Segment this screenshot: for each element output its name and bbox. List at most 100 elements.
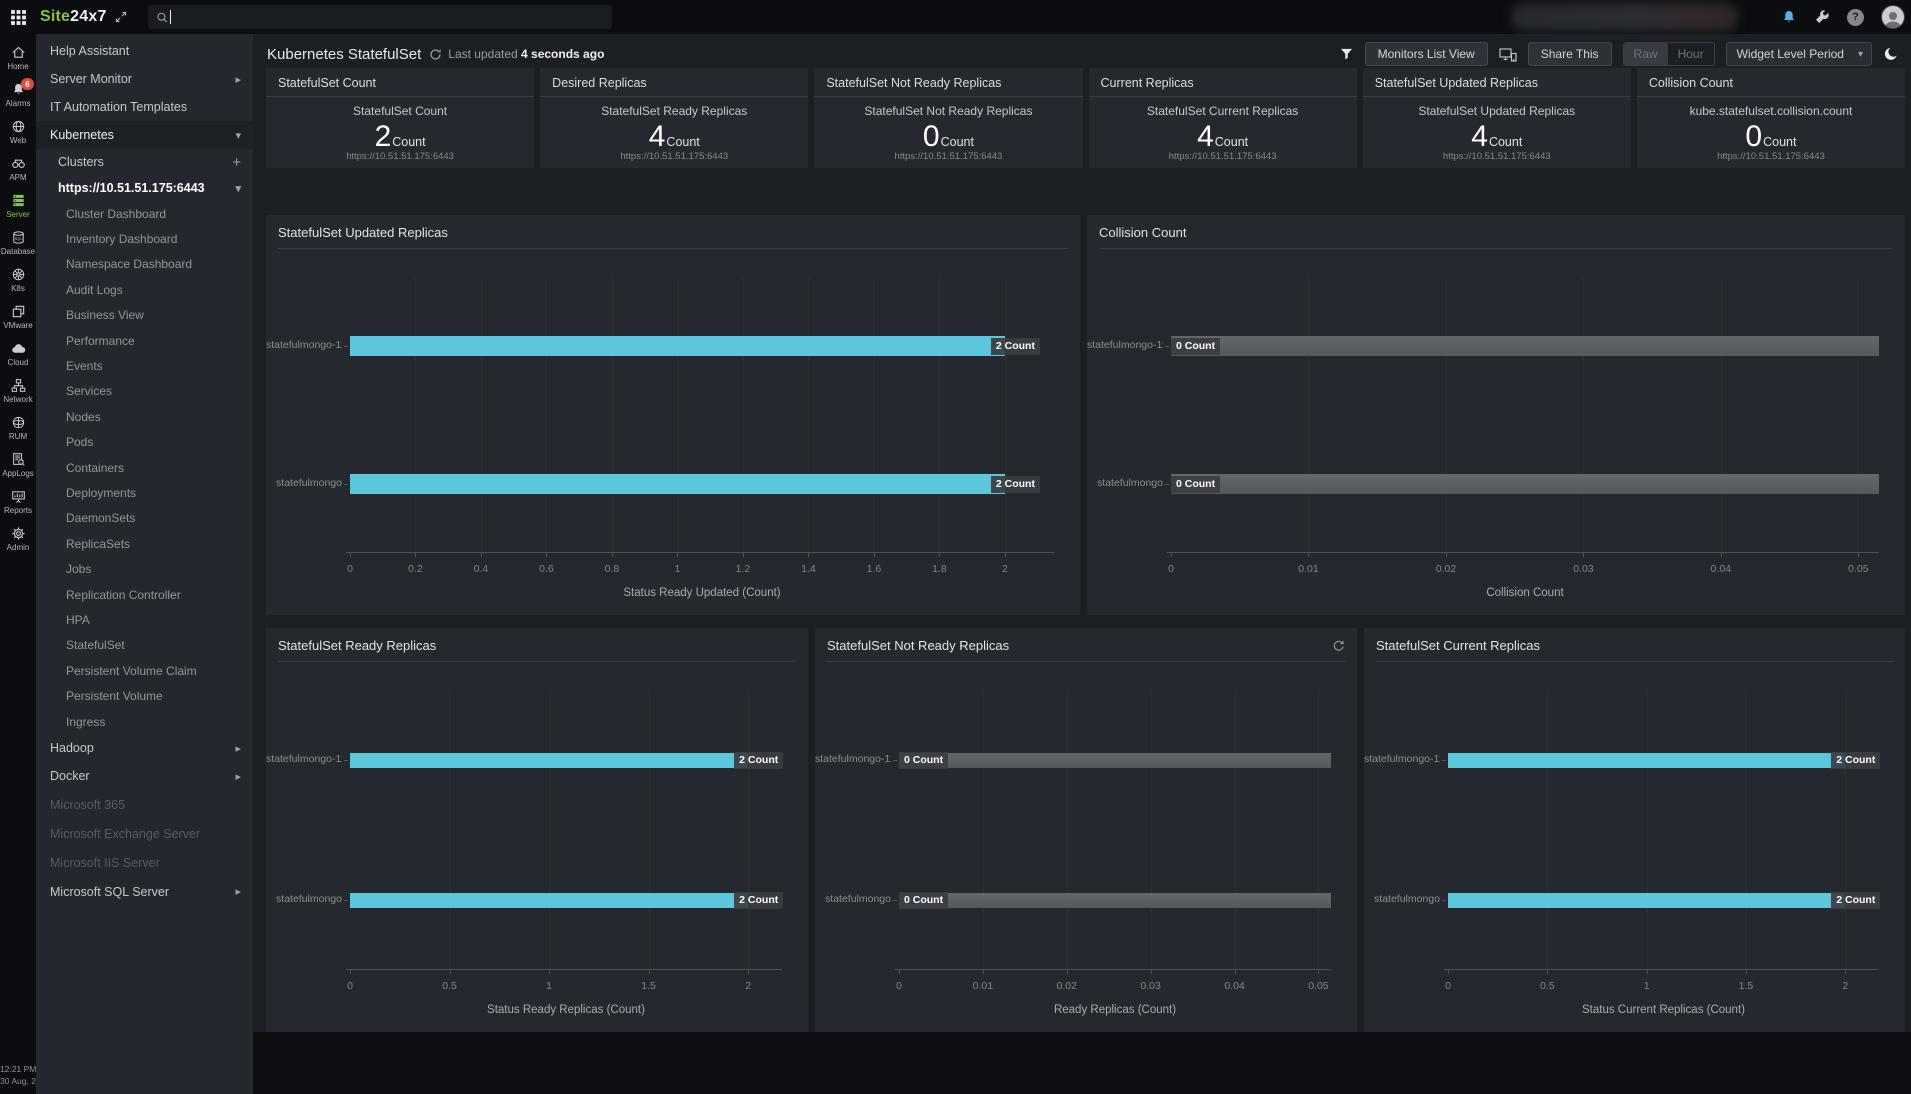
x-axis-title: Status Ready Updated (Count) [350, 587, 1054, 599]
rail-item-server[interactable]: Server [0, 188, 36, 225]
sidebar-item-services[interactable]: Services [36, 379, 253, 404]
sidebar-item-inventory-dashboard[interactable]: Inventory Dashboard [36, 226, 253, 251]
chevron-right-icon: ▸ [235, 73, 241, 86]
sidebar-item-events[interactable]: Events [36, 353, 253, 378]
rail-item-vmware[interactable]: VMware [0, 299, 36, 336]
hour-toggle-option[interactable]: Hour [1668, 43, 1714, 65]
axis-tick [1308, 553, 1309, 557]
rail-item-k8s[interactable]: K8s [0, 262, 36, 299]
help-icon[interactable]: ? [1847, 9, 1864, 26]
sidebar-item-kubernetes[interactable]: Kubernetes▾ [36, 121, 253, 149]
card-title: StatefulSet Not Ready Replicas [814, 68, 1082, 97]
axis-tick [748, 970, 749, 974]
gridline [1318, 690, 1319, 970]
rail-item-cloud[interactable]: Cloud [0, 336, 36, 373]
tools-wrench-icon[interactable] [1814, 9, 1830, 25]
sidebar-item-audit-logs[interactable]: Audit Logs [36, 277, 253, 302]
notification-bell-icon[interactable] [1781, 9, 1797, 25]
metric-card-collision-count[interactable]: Collision Countkube.statefulset.collisio… [1637, 68, 1905, 168]
sidebar-item-statefulset[interactable]: StatefulSet [36, 633, 253, 658]
sidebar-item-replication-controller[interactable]: Replication Controller [36, 582, 253, 607]
filter-funnel-icon[interactable] [1339, 47, 1354, 62]
monitors-list-view-button[interactable]: Monitors List View [1365, 42, 1488, 66]
sidebar-item-containers[interactable]: Containers [36, 455, 253, 480]
axis-tick [1858, 553, 1859, 557]
app-launcher-icon[interactable] [0, 9, 36, 26]
rail-item-web[interactable]: Web [0, 114, 36, 151]
bar-statefulmongo[interactable] [1171, 474, 1879, 494]
axis-tick-label: 0.02 [1057, 980, 1077, 992]
metric-cards-row: StatefulSet CountStatefulSet Count2Count… [266, 68, 1905, 168]
sidebar-item-daemonsets[interactable]: DaemonSets [36, 506, 253, 531]
sidebar-item-cluster-dashboard[interactable]: Cluster Dashboard [36, 201, 253, 226]
sidebar-item-microsoft-sql-server[interactable]: Microsoft SQL Server▸ [36, 877, 253, 906]
category-label: statefulmongo [266, 893, 342, 905]
sidebar-item-microsoft-exchange-server[interactable]: Microsoft Exchange Server [36, 819, 253, 848]
raw-toggle-option[interactable]: Raw [1624, 43, 1668, 65]
sidebar-item-namespace-dashboard[interactable]: Namespace Dashboard [36, 252, 253, 277]
sidebar-item-microsoft-iis-server[interactable]: Microsoft IIS Server [36, 848, 253, 877]
axis-tick [1583, 553, 1584, 557]
panel-refresh-icon[interactable] [1332, 639, 1345, 652]
sidebar-item-deployments[interactable]: Deployments [36, 480, 253, 505]
rail-item-database[interactable]: SQL Database [0, 225, 36, 262]
widget-level-period-dropdown[interactable]: Widget Level Period ▾ [1726, 42, 1872, 66]
metric-card-desired-replicas[interactable]: Desired ReplicasStatefulSet Ready Replic… [540, 68, 808, 168]
refresh-icon[interactable] [429, 48, 442, 61]
sidebar-item-hadoop[interactable]: Hadoop▸ [36, 734, 253, 762]
sidebar-item-business-view[interactable]: Business View [36, 303, 253, 328]
bar-statefulmongo-11[interactable] [350, 753, 748, 768]
fullscreen-icon[interactable] [115, 11, 127, 23]
bar-statefulmongo-11[interactable] [1171, 336, 1879, 356]
rail-item-home[interactable]: Home [0, 40, 36, 77]
sidebar-item-help-assistant[interactable]: Help Assistant [36, 37, 253, 65]
metric-card-statefulset-count[interactable]: StatefulSet CountStatefulSet Count2Count… [266, 68, 534, 168]
metric-card-current-replicas[interactable]: Current ReplicasStatefulSet Current Repl… [1089, 68, 1357, 168]
search-input[interactable] [177, 10, 604, 24]
axis-tick [649, 970, 650, 974]
sidebar-item-performance[interactable]: Performance [36, 328, 253, 353]
rail-item-alarms[interactable]: 6 Alarms [0, 77, 36, 114]
bar-statefulmongo-11[interactable] [1448, 753, 1845, 768]
rail-item-apm[interactable]: APM [0, 151, 36, 188]
share-this-button[interactable]: Share This [1528, 42, 1612, 66]
sidebar-item-microsoft-365[interactable]: Microsoft 365 [36, 790, 253, 819]
site24x7-logo[interactable]: Site24x7 [40, 8, 107, 26]
rail-item-applogs[interactable]: AppLogs [0, 447, 36, 484]
gridline [1151, 690, 1152, 970]
sidebar-item-server-monitor[interactable]: Server Monitor▸ [36, 65, 253, 93]
add-cluster-icon[interactable]: + [232, 154, 241, 171]
dark-mode-moon-icon[interactable] [1883, 46, 1899, 62]
sidebar-item-docker[interactable]: Docker▸ [36, 762, 253, 790]
metric-card-statefulset-updated-replicas[interactable]: StatefulSet Updated ReplicasStatefulSet … [1363, 68, 1631, 168]
sidebar-item-it-automation-templates[interactable]: IT Automation Templates [36, 93, 253, 121]
user-avatar[interactable] [1881, 5, 1905, 29]
sidebar-item-ingress[interactable]: Ingress [36, 709, 253, 734]
sidebar-item-replicasets[interactable]: ReplicaSets [36, 531, 253, 556]
bar-statefulmongo[interactable] [899, 893, 1331, 908]
bar-statefulmongo[interactable] [350, 893, 748, 908]
metric-card-statefulset-not-ready-replicas[interactable]: StatefulSet Not Ready ReplicasStatefulSe… [814, 68, 1082, 168]
cloud-icon [11, 341, 26, 356]
rail-item-admin[interactable]: Admin [0, 521, 36, 558]
category-tick [344, 484, 348, 485]
bar-statefulmongo-11[interactable] [899, 753, 1331, 768]
global-search[interactable] [148, 5, 612, 29]
sidebar-item-persistent-volume[interactable]: Persistent Volume [36, 683, 253, 708]
bar-statefulmongo-11[interactable] [350, 336, 1005, 356]
devices-icon[interactable] [1499, 47, 1517, 62]
rail-item-network[interactable]: Network [0, 373, 36, 410]
bar-statefulmongo[interactable] [350, 474, 1005, 494]
sidebar-item-pods[interactable]: Pods [36, 430, 253, 455]
card-title: Collision Count [1637, 68, 1905, 97]
rail-item-reports[interactable]: Reports [0, 484, 36, 521]
rail-item-rum[interactable]: RUM [0, 410, 36, 447]
sidebar-item-clusters[interactable]: Clusters+ [36, 149, 253, 175]
bar-statefulmongo[interactable] [1448, 893, 1845, 908]
sidebar-item-https-10-51-51-175-6443[interactable]: https://10.51.51.175:6443▾ [36, 175, 253, 201]
sidebar-item-persistent-volume-claim[interactable]: Persistent Volume Claim [36, 658, 253, 683]
gridline [1067, 690, 1068, 970]
sidebar-item-hpa[interactable]: HPA [36, 607, 253, 632]
sidebar-item-jobs[interactable]: Jobs [36, 556, 253, 581]
sidebar-item-nodes[interactable]: Nodes [36, 404, 253, 429]
